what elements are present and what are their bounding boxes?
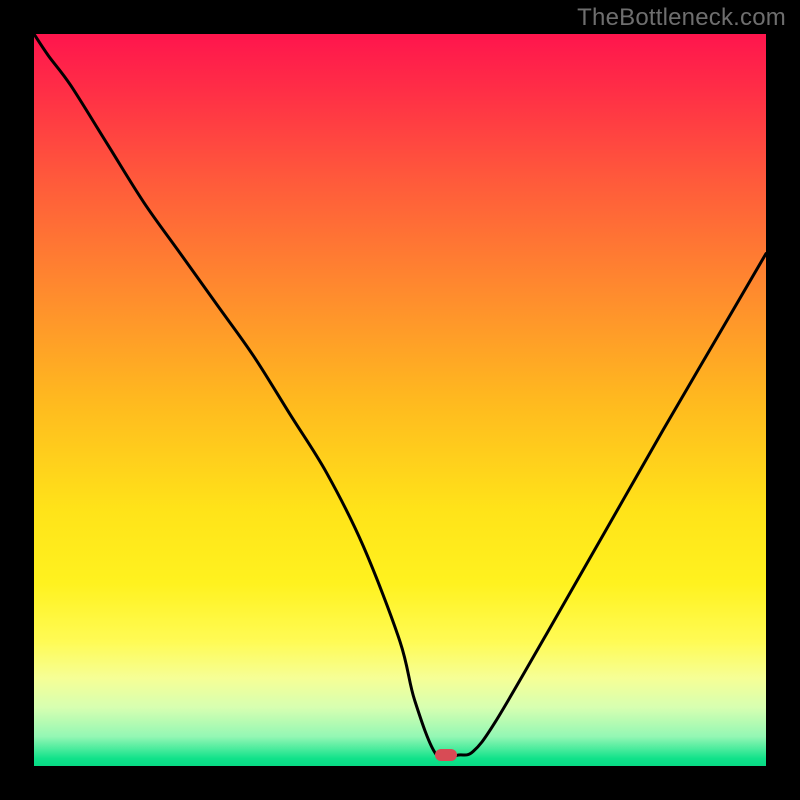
plot-area [34, 34, 766, 766]
bottleneck-curve [34, 34, 766, 766]
optimal-marker [435, 749, 457, 761]
curve-path [34, 34, 766, 759]
chart-frame: TheBottleneck.com [0, 0, 800, 800]
watermark-text: TheBottleneck.com [577, 4, 786, 32]
